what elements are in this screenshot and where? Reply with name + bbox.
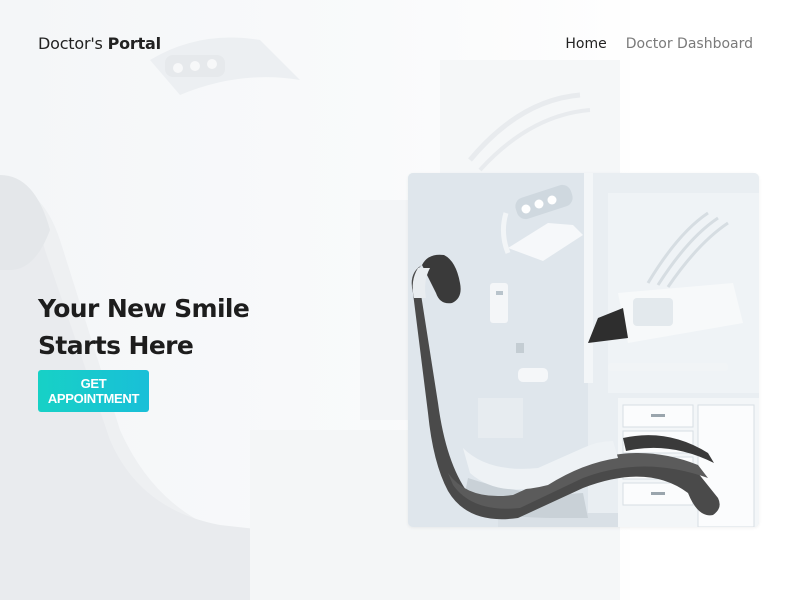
- hero-title-line-2: Starts Here: [38, 331, 194, 360]
- top-navbar: Doctor's Portal Home Doctor Dashboard: [0, 0, 800, 90]
- dental-chair-illustration: [408, 173, 759, 527]
- get-appointment-button[interactable]: GET APPOINTMENT: [38, 370, 149, 412]
- brand-logo[interactable]: Doctor's Portal: [38, 34, 161, 53]
- hero-title: Your New Smile Starts Here: [38, 290, 338, 364]
- nav-link-doctor-dashboard[interactable]: Doctor Dashboard: [626, 36, 753, 52]
- nav-link-home[interactable]: Home: [565, 36, 606, 52]
- brand-strong: Portal: [107, 34, 162, 53]
- hero-title-line-1: Your New Smile: [38, 294, 250, 323]
- dental-chair-image: [408, 173, 759, 527]
- nav-links: Home Doctor Dashboard: [565, 36, 753, 52]
- brand-prefix: Doctor's: [38, 34, 103, 53]
